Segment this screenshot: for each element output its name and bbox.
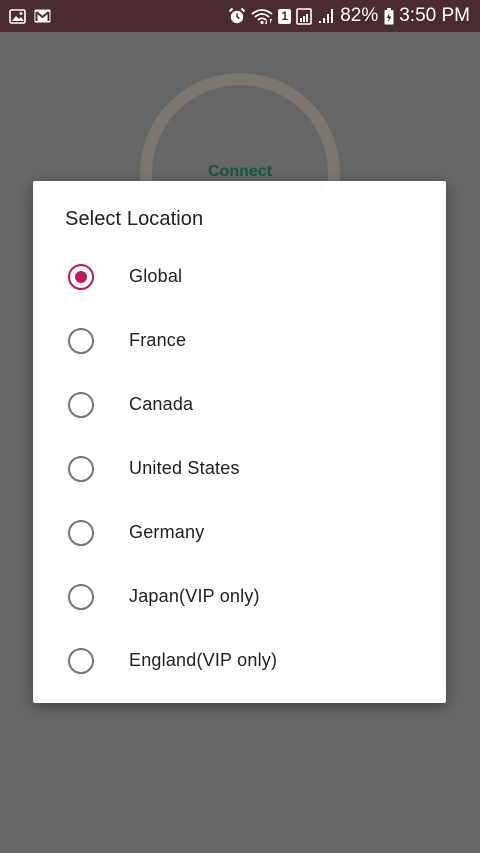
- location-option-united-states[interactable]: United States: [33, 437, 446, 501]
- location-option-label: Global: [129, 266, 183, 286]
- sim-slot-number: 1: [278, 8, 292, 24]
- radio-button[interactable]: [68, 648, 94, 674]
- location-option-label: Canada: [129, 394, 194, 414]
- location-option-france[interactable]: France: [33, 309, 446, 373]
- location-option-label: Japan(VIP only): [129, 586, 260, 606]
- location-option-japan[interactable]: Japan(VIP only): [33, 565, 446, 629]
- sim-card-signal-icon: [296, 7, 314, 25]
- sim-icon: 1: [278, 8, 292, 24]
- status-bar-left: [9, 8, 59, 24]
- clock: 3:50 PM: [399, 5, 470, 26]
- radio-button[interactable]: [68, 392, 94, 418]
- battery-icon: [384, 7, 394, 25]
- radio-button[interactable]: [68, 520, 94, 546]
- wifi-icon: [251, 8, 273, 25]
- location-option-label: England(VIP only): [129, 650, 278, 670]
- image-notification-icon: [9, 8, 26, 24]
- location-option-global[interactable]: Global: [33, 245, 446, 309]
- location-option-label: France: [129, 330, 187, 350]
- location-option-england[interactable]: England(VIP only): [33, 629, 446, 693]
- location-option-label: Germany: [129, 522, 205, 542]
- location-options-list: Global France Canada United States Germa…: [33, 245, 446, 693]
- location-option-label: United States: [129, 458, 240, 478]
- battery-percent: 82%: [340, 5, 379, 26]
- connect-label: Connect: [208, 163, 272, 180]
- location-option-canada[interactable]: Canada: [33, 373, 446, 437]
- radio-button[interactable]: [68, 456, 94, 482]
- status-bar-right: 1 82% 3:50 PM: [228, 5, 470, 27]
- dialog-title: Select Location: [65, 208, 204, 230]
- radio-button-checked[interactable]: [68, 264, 94, 290]
- location-option-germany[interactable]: Germany: [33, 501, 446, 565]
- select-location-dialog: Select Location Global France Canada Uni…: [33, 181, 446, 703]
- alarm-icon: [228, 7, 246, 25]
- radio-button[interactable]: [68, 328, 94, 354]
- signal-icon: [319, 8, 335, 24]
- status-bar: 1 82% 3:50 PM: [0, 0, 480, 32]
- gmail-notification-icon: [34, 9, 51, 23]
- radio-button[interactable]: [68, 584, 94, 610]
